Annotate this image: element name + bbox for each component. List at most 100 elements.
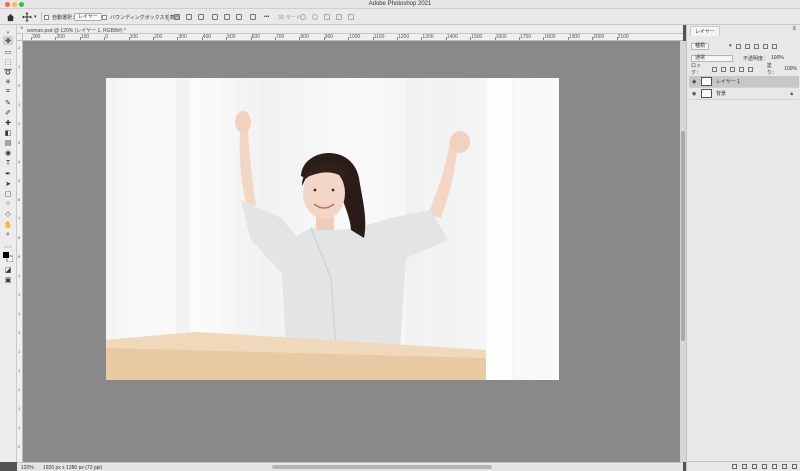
visibility-eye-icon[interactable]: ◉ (692, 79, 698, 85)
align-center-icon[interactable] (186, 12, 192, 22)
hand-tool-icon[interactable]: ✋ (3, 220, 13, 229)
layer-filter-select[interactable]: 種類 (691, 42, 710, 50)
more-options-button[interactable]: ••• (264, 12, 269, 22)
ruler-v-label: 1 (18, 368, 21, 373)
lock-position-icon[interactable] (730, 66, 735, 72)
move-tool-icon[interactable]: ✥ (3, 36, 13, 45)
new-group-icon[interactable] (772, 464, 777, 469)
lock-image-icon[interactable] (721, 66, 727, 72)
path-selection-tool-icon[interactable]: ➤ (3, 179, 13, 188)
vertical-scroll-thumb[interactable] (681, 131, 685, 341)
distribute-icon[interactable] (250, 12, 256, 22)
layer-style-icon[interactable] (742, 464, 747, 469)
gradient-tool-icon[interactable]: ▤ (3, 138, 13, 147)
brush-tool-icon[interactable]: ✐ (3, 108, 13, 117)
eraser-tool-icon[interactable]: ◧ (3, 128, 13, 137)
shape-tool-icon[interactable]: ◇ (3, 209, 13, 218)
delete-layer-icon[interactable] (792, 464, 797, 469)
auto-select-checkbox[interactable]: 自動選択： (44, 12, 77, 22)
fill-value[interactable]: 100% (784, 66, 797, 72)
ruler-v-label: 1 (18, 311, 21, 316)
align-left-icon[interactable] (174, 12, 180, 22)
pan-3d-icon[interactable] (324, 12, 330, 22)
ruler-h-label: 300 (32, 34, 41, 40)
magic-wand-tool-icon[interactable]: ✳ (3, 77, 13, 86)
document-info[interactable]: 1920 px x 1280 px (72 ppi) (43, 465, 102, 471)
scale-3d-icon[interactable] (348, 12, 354, 22)
ruler-h-tick (616, 37, 618, 40)
panel-menu-icon[interactable]: ≡ (792, 26, 796, 32)
marquee-tool-icon[interactable]: ⬚ (3, 57, 13, 66)
align-bottom-icon[interactable] (236, 12, 242, 22)
eyedropper-tool-icon[interactable]: ✎ (3, 98, 13, 107)
zoom-level[interactable]: 120% (21, 465, 34, 471)
ruler-h-tick (567, 37, 569, 40)
filter-shape-icon[interactable] (762, 43, 768, 49)
roll-3d-icon[interactable] (312, 12, 318, 22)
ruler-h-tick (250, 37, 252, 40)
link-layers-icon[interactable] (732, 464, 737, 469)
rectangle-tool-icon[interactable]: ▢ (3, 189, 13, 198)
document-tab[interactable]: × woman.psd @ 120% (レイヤー 1, RGB/8#) * (17, 25, 683, 34)
opacity-label: 不透明度： (743, 55, 769, 62)
healing-tool-icon[interactable]: ✚ (3, 118, 13, 127)
ruler-h-tick (104, 37, 106, 40)
canvas-workspace[interactable] (23, 41, 683, 462)
filter-type-icon[interactable] (753, 43, 759, 49)
layers-panel-footer (687, 461, 800, 471)
home-icon[interactable] (6, 12, 15, 22)
ruler-v-label: 1 (18, 64, 21, 69)
zoom-tool-icon[interactable]: ⌕ (3, 230, 13, 239)
move-tool-preset-icon[interactable] (22, 12, 32, 22)
lock-transparent-icon[interactable] (712, 66, 718, 72)
tools-panel: » ✥ ▭ ⬚ ➰ ✳ ⌗ ✎ ✐ ✚ ◧ ▤ ◉ T ✒ ➤ ▢ ○ ◇ ✋ … (0, 25, 17, 462)
color-swatches-icon[interactable] (3, 251, 13, 262)
layer-row-layer-1[interactable]: ◉ レイヤー 1 (689, 76, 799, 88)
layer-row-background[interactable]: ◉ 背景 🔒︎ (689, 88, 799, 100)
crop-tool-icon[interactable]: ⌗ (3, 87, 13, 96)
filter-dropdown-icon[interactable]: ▾ (729, 43, 732, 49)
close-document-icon[interactable]: × (20, 26, 24, 32)
visibility-eye-icon[interactable]: ◉ (692, 91, 698, 97)
slide-3d-icon[interactable] (336, 12, 342, 22)
new-layer-icon[interactable] (782, 464, 787, 469)
screen-mode-icon[interactable]: ▣ (3, 275, 13, 284)
horizontal-ruler[interactable]: 300 200 100 0 100 200 300 400 500 600 700 800 900 100… (23, 34, 683, 41)
layer-thumbnail (701, 89, 712, 98)
status-bar: 120% 1920 px x 1280 px (72 ppi) (17, 462, 683, 471)
ruler-h-tick (177, 37, 179, 40)
align-right-icon[interactable] (198, 12, 204, 22)
horizontal-scrollbar[interactable] (272, 465, 492, 469)
opacity-value[interactable]: 100% (771, 55, 784, 61)
align-middle-icon[interactable] (224, 12, 230, 22)
ellipse-tool-icon[interactable]: ○ (3, 199, 13, 208)
blur-tool-icon[interactable]: ◉ (3, 148, 13, 157)
ruler-h-label: 400 (202, 34, 212, 40)
artboard-tool-icon[interactable]: ▭ (3, 47, 13, 56)
filter-smart-object-icon[interactable] (771, 43, 777, 49)
adjustment-layer-icon[interactable] (762, 464, 767, 469)
lock-artboard-icon[interactable] (738, 66, 744, 72)
chevron-down-icon[interactable]: ▾ (34, 12, 37, 22)
blend-mode-select[interactable]: 通常 (691, 54, 733, 62)
pen-tool-icon[interactable]: ✒ (3, 169, 13, 178)
lock-all-icon[interactable] (747, 66, 753, 72)
layer-name: 背景 (716, 91, 727, 97)
layers-panel-tab[interactable]: レイヤー (690, 26, 720, 36)
document-image[interactable] (106, 78, 559, 380)
ruler-v-label: 1 (18, 292, 21, 297)
type-tool-icon[interactable]: T (3, 159, 13, 168)
align-top-icon[interactable] (212, 12, 218, 22)
ruler-h-tick (519, 37, 520, 40)
quick-mask-icon[interactable]: ◪ (3, 265, 13, 274)
filter-adjustment-icon[interactable] (744, 43, 750, 49)
filter-pixel-icon[interactable] (735, 43, 741, 49)
more-tools-icon[interactable]: ⋯ (3, 242, 13, 251)
add-mask-icon[interactable] (752, 464, 757, 469)
ruler-h-label: 100 (129, 34, 138, 40)
auto-select-target-select[interactable]: レイヤー (74, 12, 102, 22)
lasso-tool-icon[interactable]: ➰ (3, 67, 13, 76)
ruler-v-label: 7 (18, 216, 21, 221)
ruler-h-label: 500 (227, 34, 236, 40)
orbit-3d-icon[interactable] (300, 12, 306, 22)
